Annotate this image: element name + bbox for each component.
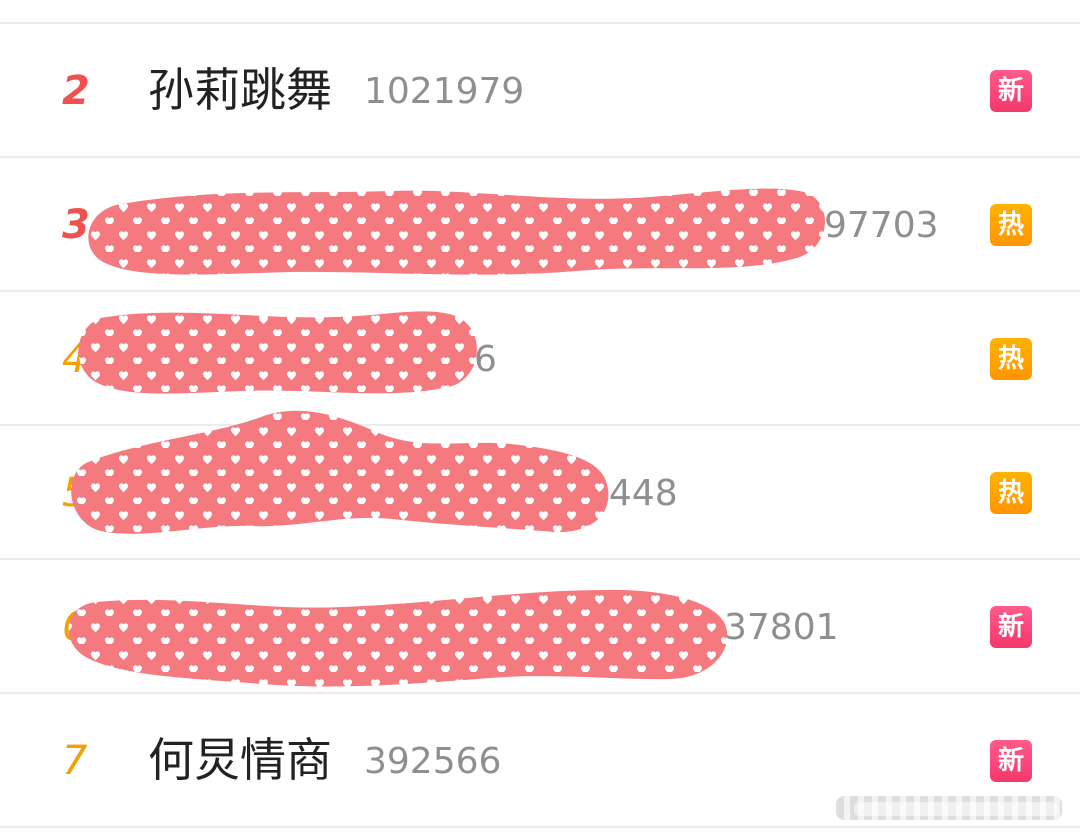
hot-search-row[interactable]: 5 6448 热	[0, 426, 1080, 560]
home-indicator-highlight	[854, 802, 1058, 816]
hot-badge: 热	[990, 472, 1032, 514]
rank-number: 7	[62, 738, 88, 784]
hot-badge: 热	[990, 204, 1032, 246]
rank-number: 3	[62, 202, 90, 248]
heat-count: 6448	[586, 473, 678, 514]
new-badge: 新	[990, 606, 1032, 648]
rank-number: 5	[62, 470, 88, 516]
hot-badge: 热	[990, 338, 1032, 380]
hot-search-row[interactable]: 6 37801 新	[0, 560, 1080, 694]
new-badge: 新	[990, 70, 1032, 112]
new-badge: 新	[990, 740, 1032, 782]
rank-number: 2	[62, 68, 90, 114]
rank-number: 6	[62, 604, 88, 650]
heat-count: 392566	[364, 741, 502, 782]
topic-title[interactable]: 孙莉跳舞	[148, 62, 332, 118]
hot-search-list: 2 孙莉跳舞 1021979 新 3 97703 热 4 6 热 5 6448 …	[0, 0, 1080, 832]
hot-search-row[interactable]: 2 孙莉跳舞 1021979 新	[0, 24, 1080, 158]
heat-count: 97703	[824, 205, 939, 246]
heat-count: 6	[474, 339, 497, 380]
hot-search-row[interactable]: 3 97703 热	[0, 158, 1080, 292]
heat-count: 37801	[724, 607, 839, 648]
hot-search-row[interactable]: 4 6 热	[0, 292, 1080, 426]
topic-title[interactable]: 何炅情商	[148, 732, 332, 788]
rank-number: 4	[62, 336, 88, 382]
heat-count: 1021979	[364, 71, 525, 112]
